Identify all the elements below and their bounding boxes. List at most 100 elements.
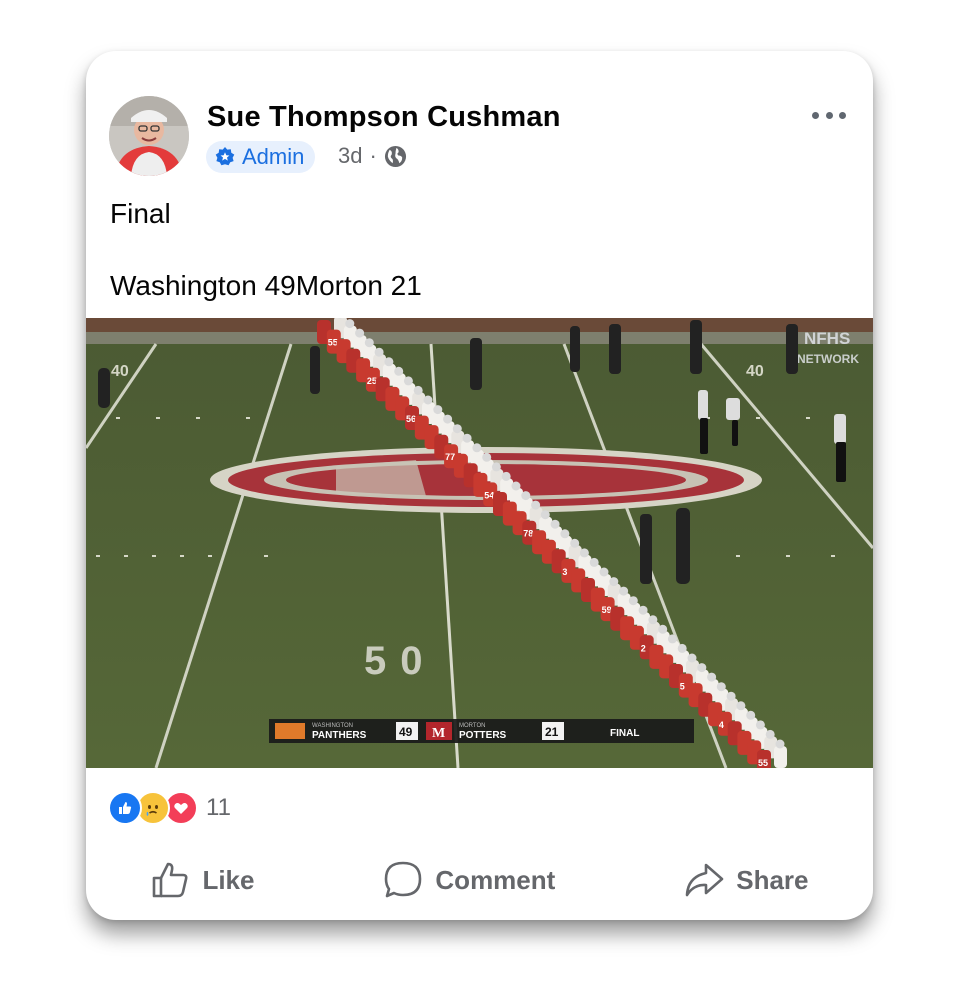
player-helmet xyxy=(560,529,570,539)
scoreboard: WASHINGTON PANTHERS 49 M MORTON POTTERS … xyxy=(269,719,694,743)
share-label: Share xyxy=(736,864,809,895)
like-button[interactable]: Like xyxy=(150,860,254,900)
svg-text:M: M xyxy=(432,726,445,741)
player-helmet xyxy=(364,338,374,348)
reaction-count: 11 xyxy=(206,794,231,821)
admin-badge[interactable]: Admin xyxy=(206,141,316,173)
like-label: Like xyxy=(202,864,255,895)
jersey-number: 55 xyxy=(758,758,768,768)
jersey-number: 56 xyxy=(406,414,416,424)
player-helmet xyxy=(452,424,462,434)
jersey-number: 3 xyxy=(562,567,567,577)
more-dot xyxy=(839,111,846,119)
player-helmet xyxy=(345,319,355,329)
player-helmet xyxy=(599,567,609,577)
player-helmet xyxy=(550,519,560,529)
globe-icon[interactable] xyxy=(384,145,407,168)
like-reaction-icon xyxy=(108,791,142,825)
player-helmet xyxy=(511,481,521,491)
player-helmet xyxy=(384,357,394,367)
jersey-number: 55 xyxy=(328,338,338,348)
post-card: Sue Thompson Cushman Admin 3d · Final Wa… xyxy=(86,51,873,920)
share-button[interactable]: Share xyxy=(684,860,809,900)
jersey-number: 4 xyxy=(719,720,724,730)
player-helmet xyxy=(697,663,707,673)
team1-name: PANTHERS xyxy=(312,730,367,741)
yard-marker-50: 50 xyxy=(364,639,437,683)
watermark-text: NETWORK xyxy=(797,352,859,366)
more-dot xyxy=(825,111,833,119)
comment-label: Comment xyxy=(435,864,556,895)
player-helmet xyxy=(433,405,443,415)
post-meta: 3d · xyxy=(338,143,407,169)
player-helmet xyxy=(443,414,453,424)
thumbs-up-icon xyxy=(153,862,188,898)
post-text-line2: Washington 49Morton 21 xyxy=(110,270,422,301)
player-helmet xyxy=(501,471,511,481)
share-arrow-icon xyxy=(685,863,724,897)
player-helmet xyxy=(394,366,404,376)
post-time[interactable]: 3d xyxy=(338,143,362,169)
jersey-number: 77 xyxy=(445,452,455,462)
player-helmet xyxy=(482,452,492,462)
player-helmet xyxy=(531,500,541,510)
player-helmet xyxy=(589,557,599,567)
jersey-number: 54 xyxy=(484,490,494,500)
team1-school: WASHINGTON xyxy=(312,723,353,729)
team2-name: POTTERS xyxy=(459,730,507,741)
team1-score: 49 xyxy=(399,725,413,739)
jersey-number: 25 xyxy=(367,376,377,386)
player-helmet xyxy=(716,682,726,692)
reactions-summary[interactable]: 11 xyxy=(108,791,231,825)
author-name[interactable]: Sue Thompson Cushman xyxy=(207,101,561,134)
player-helmet xyxy=(423,395,433,405)
admin-badge-label: Admin xyxy=(242,144,305,169)
jersey-number: 5 xyxy=(680,682,685,692)
player-helmet xyxy=(619,586,629,596)
player-helmet xyxy=(374,347,384,357)
player-helmet xyxy=(687,653,697,663)
watermark-logo: NFHS xyxy=(804,329,850,348)
player-helmet xyxy=(628,596,638,606)
player-helmet xyxy=(775,739,785,749)
more-dot xyxy=(812,111,819,119)
player-helmet xyxy=(579,548,589,558)
player-helmet xyxy=(707,672,717,682)
player-helmet xyxy=(755,720,765,730)
player-helmet xyxy=(521,491,531,501)
player-helmet xyxy=(403,376,413,386)
comment-icon xyxy=(385,861,422,898)
football-field-image: 40 40 50 NFHS NETWORK 552556775478359254… xyxy=(86,318,873,768)
meta-separator: · xyxy=(369,143,377,168)
player-helmet xyxy=(609,577,619,587)
jersey-number: 59 xyxy=(602,605,612,615)
player-helmet xyxy=(638,605,648,615)
player-helmet xyxy=(648,615,658,625)
player-helmet xyxy=(462,433,472,443)
player-helmet xyxy=(355,328,365,338)
player-helmet xyxy=(667,634,677,644)
team2-score: 21 xyxy=(545,725,559,739)
player-helmet xyxy=(658,624,668,634)
jersey-number: 2 xyxy=(641,643,646,653)
avatar[interactable] xyxy=(109,96,189,176)
game-status: FINAL xyxy=(610,728,639,739)
avatar-image xyxy=(109,96,189,176)
post-text: Final Washington 49Morton 21 xyxy=(110,196,422,304)
field-number: 40 xyxy=(111,363,129,380)
player-helmet xyxy=(677,643,687,653)
player-helmet xyxy=(472,443,482,453)
jersey-number: 78 xyxy=(523,529,533,539)
post-photo[interactable]: 40 40 50 NFHS NETWORK 55 25 56 77 54 78 3 59 2 5 4… xyxy=(86,318,873,768)
player-helmet xyxy=(413,385,423,395)
more-options-button[interactable] xyxy=(812,109,846,121)
player-helmet xyxy=(540,510,550,520)
field-number: 40 xyxy=(746,363,764,380)
player-helmet xyxy=(491,462,501,472)
admin-shield-icon xyxy=(215,147,235,166)
player-helmet xyxy=(746,710,756,720)
team2-school: MORTON xyxy=(459,723,485,729)
comment-button[interactable]: Comment xyxy=(383,860,555,900)
player-helmet xyxy=(765,729,775,739)
player-helmet xyxy=(726,691,736,701)
